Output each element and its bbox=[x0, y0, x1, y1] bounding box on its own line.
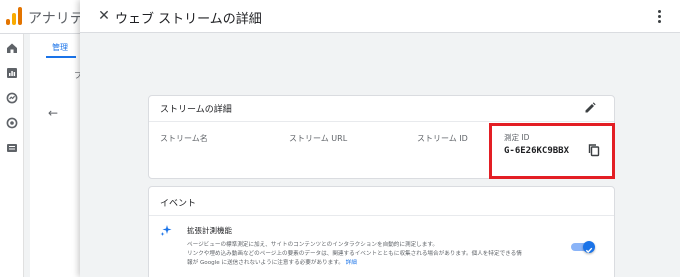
stream-details-title: ストリームの詳細 bbox=[160, 105, 232, 115]
stream-details-panel: ✕ ウェブ ストリームの詳細 ストリームの詳細 ストリーム名 ストリーム URL… bbox=[80, 0, 680, 277]
measurement-id-label: 測定 ID bbox=[504, 133, 530, 142]
enhanced-measurement-toggle[interactable] bbox=[571, 241, 595, 253]
check-icon bbox=[585, 247, 593, 253]
stream-name-label: ストリーム名 bbox=[160, 134, 208, 143]
panel-title: ウェブ ストリームの詳細 bbox=[115, 12, 262, 27]
tab-admin[interactable]: 管理 bbox=[52, 42, 68, 53]
panel-header: ✕ ウェブ ストリームの詳細 bbox=[80, 0, 680, 33]
description-line: 報が Google に送信されないように注意する必要があります。 詳細 bbox=[187, 259, 592, 268]
explore-icon[interactable] bbox=[6, 92, 18, 104]
sparkle-icon bbox=[160, 225, 172, 236]
description-text: リンクや埋め込み動画などのページ上の要素のデータは、関連するイベントとともに収集… bbox=[187, 251, 522, 257]
measurement-id-value: G-6E26KC9BBX bbox=[504, 146, 570, 156]
toggle-thumb bbox=[583, 241, 595, 253]
learn-more-link[interactable]: 詳細 bbox=[346, 260, 357, 266]
advertising-icon[interactable] bbox=[6, 117, 18, 129]
reports-icon[interactable] bbox=[6, 67, 18, 79]
active-tab-indicator bbox=[46, 56, 76, 58]
description-line: リンクや埋め込み動画などのページ上の要素のデータは、関連するイベントとともに収集… bbox=[187, 250, 592, 259]
enhanced-measurement-description: ページビューの標準測定に加え、サイトのコンテンツとのインタラクションを自動的に測… bbox=[187, 241, 592, 268]
events-card: イベント 拡張計測機能 ページビューの標準測定に加え、サイトのコンテンツとのイン… bbox=[148, 186, 615, 277]
nav-rail bbox=[0, 34, 24, 277]
edit-icon[interactable] bbox=[583, 101, 597, 115]
description-line: ページビューの標準測定に加え、サイトのコンテンツとのインタラクションを自動的に測… bbox=[187, 242, 438, 248]
stream-details-card: ストリームの詳細 ストリーム名 ストリーム URL ストリーム ID 測定 ID… bbox=[148, 95, 615, 179]
home-icon[interactable] bbox=[6, 42, 18, 54]
measurement-id-highlight: 測定 ID G-6E26KC9BBX bbox=[489, 123, 615, 179]
copy-icon[interactable] bbox=[587, 143, 601, 157]
enhanced-measurement-title: 拡張計測機能 bbox=[187, 226, 232, 235]
more-vert-icon[interactable] bbox=[652, 6, 666, 26]
close-icon[interactable]: ✕ bbox=[94, 6, 114, 26]
stream-url-label: ストリーム URL bbox=[289, 134, 348, 143]
stream-id-label: ストリーム ID bbox=[417, 134, 468, 143]
description-text: 報が Google に送信されないように注意する必要があります。 bbox=[187, 260, 344, 266]
list-icon[interactable] bbox=[6, 142, 18, 154]
back-arrow-icon[interactable]: ← bbox=[48, 106, 58, 120]
events-title: イベント bbox=[160, 199, 197, 209]
divider bbox=[149, 215, 614, 216]
stream-details-card-header: ストリームの詳細 bbox=[149, 96, 614, 122]
analytics-logo-icon bbox=[6, 7, 22, 25]
